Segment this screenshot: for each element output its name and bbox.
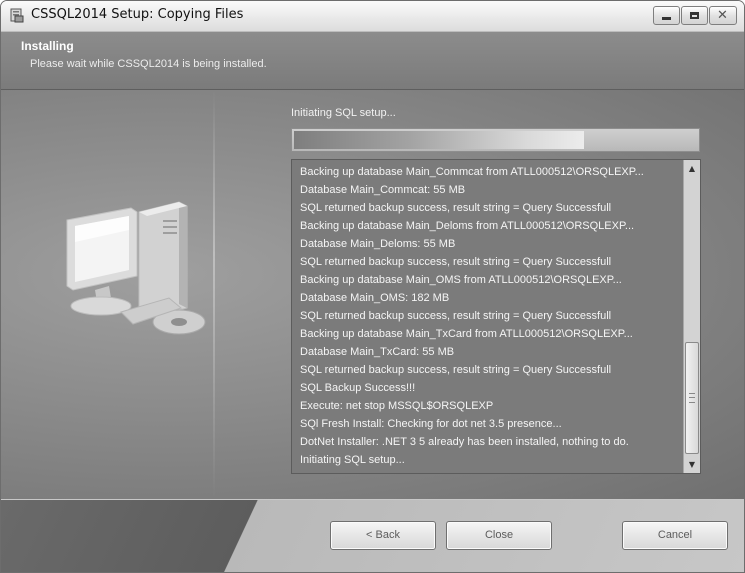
maximize-button[interactable] — [681, 6, 708, 25]
installer-icon — [10, 8, 24, 23]
minimize-icon — [662, 17, 671, 20]
scroll-up-arrow-icon[interactable]: ▲ — [684, 160, 700, 177]
setup-window: CSSQL2014 Setup: Copying Files ✕ Install… — [0, 0, 745, 573]
maximize-icon — [690, 12, 699, 19]
button-bar: < Back Close Cancel — [1, 500, 744, 572]
title-bar[interactable]: CSSQL2014 Setup: Copying Files ✕ — [1, 1, 744, 32]
panel-divider — [213, 90, 215, 499]
grip-icon — [689, 393, 695, 403]
log-lines: Backing up database Main_Commcat from AT… — [300, 163, 680, 469]
log-line: SQL returned backup success, result stri… — [300, 364, 612, 376]
page-subtitle: Please wait while CSSQL2014 is being ins… — [30, 58, 267, 70]
log-line: SQL returned backup success, result stri… — [300, 202, 612, 214]
log-line: Backing up database Main_Deloms from ATL… — [300, 220, 635, 232]
back-button[interactable]: < Back — [330, 521, 436, 550]
log-line: Database Main_Commcat: 55 MB — [300, 184, 466, 196]
main-panel: Initiating SQL setup... Backing up datab… — [1, 90, 744, 499]
log-scrollbar[interactable]: ▲ ▼ — [683, 160, 700, 473]
install-log[interactable]: Backing up database Main_Commcat from AT… — [291, 159, 701, 474]
log-line: Execute: net stop MSSQL$ORSQLEXP — [300, 400, 494, 412]
page-header: Installing Please wait while CSSQL2014 i… — [1, 32, 744, 90]
log-line: DotNet Installer: .NET 3 5 already has b… — [300, 436, 629, 448]
log-line: Backing up database Main_TxCard from ATL… — [300, 328, 633, 340]
close-icon: ✕ — [717, 8, 728, 23]
scroll-down-arrow-icon[interactable]: ▼ — [684, 456, 700, 473]
log-line: SQL returned backup success, result stri… — [300, 310, 612, 322]
close-window-button[interactable]: ✕ — [709, 6, 737, 25]
log-line: Backing up database Main_OMS from ATLL00… — [300, 274, 622, 286]
status-text: Initiating SQL setup... — [291, 107, 396, 119]
log-line: Database Main_OMS: 182 MB — [300, 292, 450, 304]
cancel-button[interactable]: Cancel — [622, 521, 728, 550]
log-line: Backing up database Main_Commcat from AT… — [300, 166, 644, 178]
log-line: SQL returned backup success, result stri… — [300, 256, 612, 268]
log-line: SQL Backup Success!!! — [300, 382, 416, 394]
install-progress-bar — [291, 128, 700, 152]
log-line: Initiating SQL setup... — [300, 454, 405, 466]
window-title: CSSQL2014 Setup: Copying Files — [31, 7, 244, 22]
scroll-thumb[interactable] — [685, 342, 699, 454]
computer-install-icon — [66, 201, 206, 335]
log-line: Database Main_Deloms: 55 MB — [300, 238, 456, 250]
log-line: Database Main_TxCard: 55 MB — [300, 346, 455, 358]
page-title: Installing — [21, 39, 74, 53]
progress-fill — [294, 131, 584, 149]
close-button[interactable]: Close — [446, 521, 552, 550]
log-line: SQl Fresh Install: Checking for dot net … — [300, 418, 562, 430]
minimize-button[interactable] — [653, 6, 680, 25]
